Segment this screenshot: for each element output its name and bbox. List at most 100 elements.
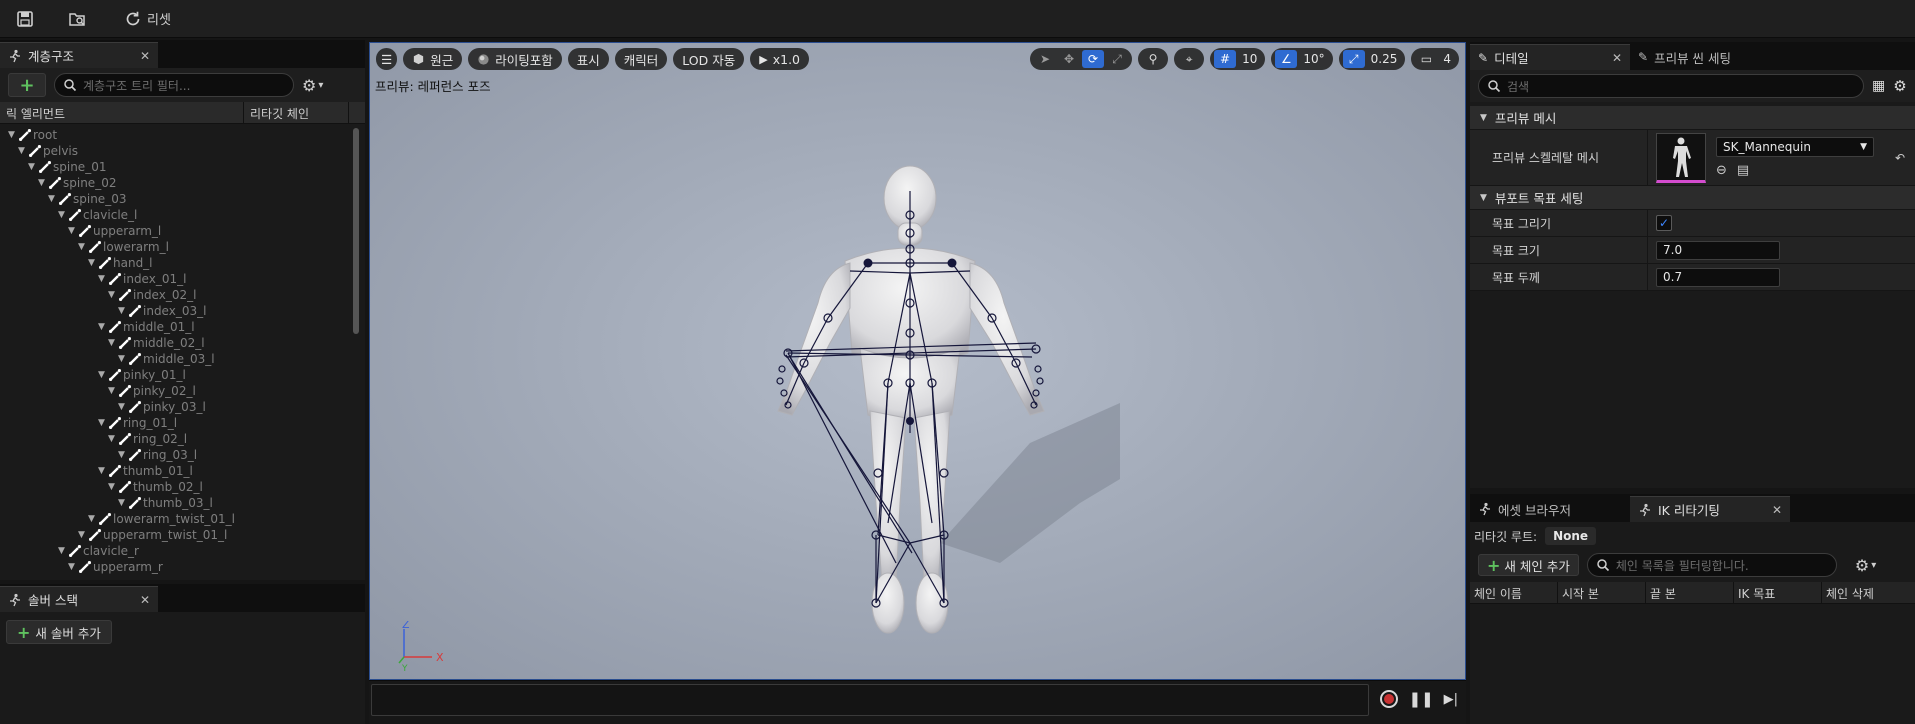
- tree-row-bone[interactable]: ▼ thumb_03_l: [118, 495, 213, 511]
- character-button[interactable]: 캐릭터: [614, 48, 668, 70]
- viewport-menu-button[interactable]: ☰: [376, 48, 398, 70]
- tree-row-bone[interactable]: ▼ pinky_03_l: [118, 399, 206, 415]
- expand-arrow-icon[interactable]: ▼: [108, 482, 118, 492]
- expand-arrow-icon[interactable]: ▼: [68, 226, 78, 236]
- ik-settings-button[interactable]: ⚙ ▾: [1855, 556, 1876, 575]
- tree-row-bone[interactable]: ▼ clavicle_l: [58, 207, 137, 223]
- scale-snap-value[interactable]: 0.25: [1367, 52, 1402, 66]
- tab-ik-retargeting[interactable]: IK 리타기팅 ✕: [1630, 496, 1790, 522]
- tree-row-bone[interactable]: ▼ ring_03_l: [118, 447, 197, 463]
- tree-row-bone[interactable]: ▼ thumb_01_l: [98, 463, 193, 479]
- draw-goal-checkbox[interactable]: ✓: [1656, 215, 1672, 231]
- step-forward-button[interactable]: ▶|: [1444, 692, 1458, 707]
- retarget-root-value[interactable]: None: [1545, 527, 1597, 545]
- tree-row-bone[interactable]: ▼ root: [8, 127, 57, 143]
- move-icon[interactable]: ✥: [1058, 50, 1080, 68]
- use-selected-icon[interactable]: ⊖: [1716, 163, 1727, 178]
- rotation-snap-value[interactable]: 10°: [1299, 52, 1328, 66]
- tree-row-bone[interactable]: ▼ index_03_l: [118, 303, 206, 319]
- scale-icon[interactable]: ⤢: [1106, 50, 1128, 68]
- tree-row-bone[interactable]: ▼ hand_l: [88, 255, 153, 271]
- tree-row-bone[interactable]: ▼ pinky_01_l: [98, 367, 186, 383]
- add-solver-button[interactable]: + 새 솔버 추가: [6, 620, 112, 644]
- reset-arrow-icon[interactable]: ↶: [1895, 151, 1905, 165]
- hierarchy-search-input[interactable]: 계층구조 트리 필터...: [54, 73, 294, 97]
- expand-arrow-icon[interactable]: ▼: [118, 450, 128, 460]
- goal-size-input[interactable]: 7.0: [1656, 240, 1780, 260]
- scale-snap-icon[interactable]: ⤢: [1342, 50, 1365, 68]
- show-button[interactable]: 표시: [567, 48, 609, 70]
- tree-row-bone[interactable]: ▼ spine_02: [38, 175, 116, 191]
- expand-arrow-icon[interactable]: ▼: [108, 290, 118, 300]
- tree-row-bone[interactable]: ▼ middle_02_l: [108, 335, 205, 351]
- add-element-button[interactable]: +: [8, 73, 46, 97]
- expand-arrow-icon[interactable]: ▼: [98, 322, 108, 332]
- grid-snap-value[interactable]: 10: [1238, 52, 1261, 66]
- tree-row-bone[interactable]: ▼ upperarm_l: [68, 223, 161, 239]
- expand-arrow-icon[interactable]: ▼: [118, 402, 128, 412]
- tree-row-bone[interactable]: ▼ spine_01: [28, 159, 106, 175]
- expand-arrow-icon[interactable]: ▼: [118, 354, 128, 364]
- tree-row-bone[interactable]: ▼ upperarm_twist_01_l: [78, 527, 227, 543]
- expand-arrow-icon[interactable]: ▼: [18, 146, 28, 156]
- tree-row-bone[interactable]: ▼ index_02_l: [108, 287, 196, 303]
- table-view-icon[interactable]: ▦: [1872, 78, 1885, 94]
- expand-arrow-icon[interactable]: ▼: [38, 178, 48, 188]
- col-rig-element[interactable]: 릭 엘리먼트: [0, 102, 244, 123]
- hierarchy-settings-button[interactable]: ⚙ ▾: [302, 76, 323, 95]
- expand-arrow-icon[interactable]: ▼: [58, 546, 68, 556]
- tab-preview-scene[interactable]: ✎ 프리뷰 씬 세팅: [1630, 44, 1790, 70]
- browse-icon[interactable]: ▤: [1737, 163, 1749, 178]
- expand-arrow-icon[interactable]: ▼: [58, 210, 68, 220]
- expand-arrow-icon[interactable]: ▼: [98, 370, 108, 380]
- tree-row-bone[interactable]: ▼ upperarm_r: [68, 559, 163, 575]
- camera-icon[interactable]: ▭: [1415, 50, 1437, 68]
- mesh-thumbnail[interactable]: [1656, 132, 1706, 183]
- surface-snap-icon[interactable]: ⌖: [1178, 50, 1200, 68]
- expand-arrow-icon[interactable]: ▼: [78, 530, 88, 540]
- pause-button[interactable]: ❚❚: [1408, 690, 1433, 708]
- tree-row-bone[interactable]: ▼ lowerarm_twist_01_l: [88, 511, 235, 527]
- expand-arrow-icon[interactable]: ▼: [68, 562, 78, 572]
- col-ik-goal[interactable]: IK 목표: [1734, 582, 1822, 603]
- expand-arrow-icon[interactable]: ▼: [108, 434, 118, 444]
- tree-row-bone[interactable]: ▼ lowerarm_l: [78, 239, 169, 255]
- tree-row-bone[interactable]: ▼: [78, 575, 103, 576]
- tab-details[interactable]: ✎ 디테일 ✕: [1470, 44, 1630, 70]
- tab-asset-browser[interactable]: 에셋 브라우저: [1470, 496, 1630, 522]
- col-delete-chain[interactable]: 체인 삭제: [1822, 582, 1915, 603]
- timeline-track[interactable]: [371, 684, 1369, 716]
- close-icon[interactable]: ✕: [140, 593, 150, 607]
- play-speed-button[interactable]: ▶ x1.0: [750, 48, 809, 70]
- mesh-select-dropdown[interactable]: SK_Mannequin ▼: [1716, 137, 1874, 157]
- tree-row-bone[interactable]: ▼ ring_02_l: [108, 431, 187, 447]
- angle-icon[interactable]: ∠: [1275, 50, 1298, 68]
- goal-thickness-input[interactable]: 0.7: [1656, 267, 1780, 287]
- add-chain-button[interactable]: + 새 체인 추가: [1478, 554, 1579, 576]
- local-space-icon[interactable]: ⚲: [1142, 50, 1164, 68]
- tree-row-bone[interactable]: ▼ index_01_l: [98, 271, 186, 287]
- rotate-icon[interactable]: ⟳: [1082, 50, 1105, 68]
- expand-arrow-icon[interactable]: ▼: [88, 514, 98, 524]
- browse-button[interactable]: [62, 6, 92, 32]
- camera-speed-value[interactable]: 4: [1439, 52, 1455, 66]
- tree-row-bone[interactable]: ▼ clavicle_r: [58, 543, 139, 559]
- expand-arrow-icon[interactable]: ▼: [48, 194, 58, 204]
- save-button[interactable]: [10, 6, 40, 32]
- tree-row-bone[interactable]: ▼ pelvis: [18, 143, 78, 159]
- section-preview-mesh[interactable]: ▼ 프리뷰 메시: [1470, 106, 1915, 130]
- tree-row-bone[interactable]: ▼ thumb_02_l: [108, 479, 203, 495]
- record-button[interactable]: [1380, 690, 1399, 708]
- expand-arrow-icon[interactable]: ▼: [98, 418, 108, 428]
- expand-arrow-icon[interactable]: ▼: [118, 306, 128, 316]
- chain-filter-input[interactable]: 체인 목록을 필터링합니다.: [1586, 553, 1837, 577]
- col-start-bone[interactable]: 시작 본: [1558, 582, 1646, 603]
- expand-arrow-icon[interactable]: ▼: [88, 258, 98, 268]
- expand-arrow-icon[interactable]: ▼: [98, 466, 108, 476]
- grid-snap-icon[interactable]: #: [1214, 50, 1237, 68]
- tab-hierarchy[interactable]: 계층구조 ✕: [0, 42, 158, 68]
- close-icon[interactable]: ✕: [1772, 503, 1782, 517]
- expand-arrow-icon[interactable]: ▼: [98, 274, 108, 284]
- expand-arrow-icon[interactable]: ▼: [108, 386, 118, 396]
- expand-arrow-icon[interactable]: ▼: [78, 242, 88, 252]
